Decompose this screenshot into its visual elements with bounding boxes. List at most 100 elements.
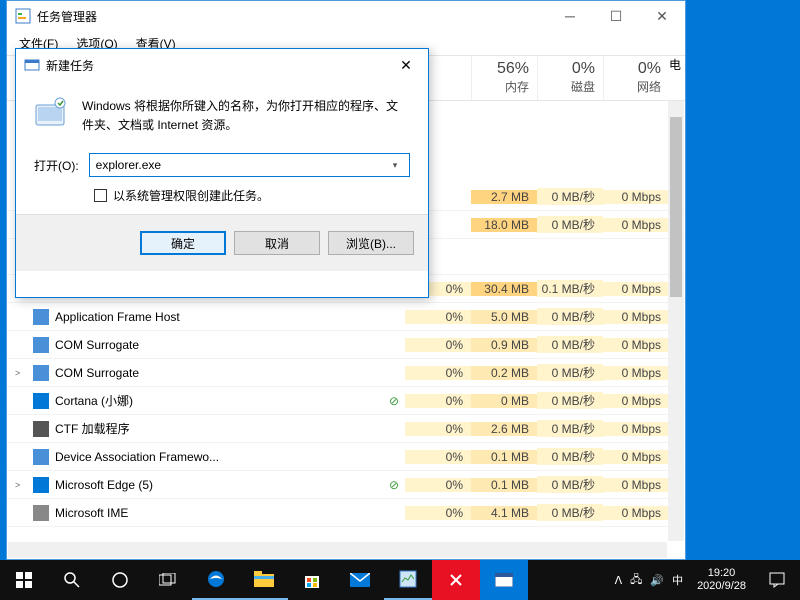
process-icon	[33, 421, 49, 437]
titlebar[interactable]: 任务管理器 ─ ☐ ✕	[7, 1, 685, 31]
cell-cpu: 0%	[405, 310, 471, 324]
admin-checkbox-label[interactable]: 以系统管理权限创建此任务。	[113, 187, 269, 204]
header-disk[interactable]: 0%磁盘	[537, 56, 603, 100]
admin-checkbox[interactable]	[94, 189, 107, 202]
taskbar-explorer[interactable]	[240, 560, 288, 600]
table-row[interactable]: Application Frame Host 0%5.0 MB0 MB/秒0 Mb…	[7, 303, 685, 331]
cell-cpu: 0%	[405, 506, 471, 520]
cell-cpu: 0%	[405, 450, 471, 464]
cell-mem: 18.0 MB	[471, 218, 537, 232]
clock-date: 2020/9/28	[697, 580, 746, 593]
window-title: 任务管理器	[37, 8, 547, 25]
process-name: Microsoft IME	[55, 506, 128, 520]
open-input[interactable]	[96, 158, 387, 172]
leaf-icon: ⊘	[389, 478, 399, 492]
process-name: Microsoft Edge (5)	[55, 478, 153, 492]
process-icon	[33, 365, 49, 381]
clock-time: 19:20	[697, 567, 746, 580]
minimize-button[interactable]: ─	[547, 1, 593, 31]
process-icon	[33, 477, 49, 493]
cell-disk: 0 MB/秒	[537, 308, 603, 325]
table-row[interactable]: COM Surrogate0%0.9 MB0 MB/秒0 Mbps	[7, 331, 685, 359]
table-row[interactable]: Microsoft IME0%4.1 MB0 MB/秒0 Mbps	[7, 499, 685, 527]
tray-volume-icon[interactable]: 🔊	[650, 574, 664, 587]
cell-cpu: 0%	[405, 394, 471, 408]
expand-icon[interactable]: >	[15, 480, 27, 490]
cell-disk: 0 MB/秒	[537, 448, 603, 465]
cell-disk: 0 MB/秒	[537, 364, 603, 381]
dialog-close-button[interactable]: ✕	[384, 50, 428, 80]
taskbar-active-window[interactable]	[480, 560, 528, 600]
taskbar-mail[interactable]	[336, 560, 384, 600]
cell-disk: 0 MB/秒	[537, 216, 603, 233]
process-name: CTF 加载程序	[55, 420, 130, 437]
process-name: Application Frame Host	[55, 310, 180, 324]
system-tray[interactable]: ᐱ 🖧 🔊 中	[609, 571, 690, 590]
run-icon	[34, 97, 68, 131]
start-button[interactable]	[0, 560, 48, 600]
process-name: COM Surrogate	[55, 338, 139, 352]
taskbar-task-manager[interactable]	[384, 560, 432, 600]
cell-net: 0 Mbps	[603, 218, 669, 232]
cancel-button[interactable]: 取消	[234, 231, 320, 255]
cell-net: 0 Mbps	[603, 190, 669, 204]
open-combobox[interactable]: ▾	[89, 153, 410, 177]
expand-icon[interactable]: >	[15, 368, 27, 378]
cell-disk: 0 MB/秒	[537, 504, 603, 521]
header-network[interactable]: 0%网络	[603, 56, 669, 100]
task-manager-icon	[15, 8, 31, 24]
maximize-button[interactable]: ☐	[593, 1, 639, 31]
taskbar-close-app[interactable]	[432, 560, 480, 600]
taskbar-store[interactable]	[288, 560, 336, 600]
tray-ime-indicator[interactable]: 中	[672, 572, 683, 588]
search-button[interactable]	[48, 560, 96, 600]
cell-mem: 5.0 MB	[471, 310, 537, 324]
cell-disk: 0.1 MB/秒	[537, 280, 603, 297]
tray-network-icon[interactable]: 🖧	[630, 571, 642, 590]
leaf-icon: ⊘	[389, 394, 399, 408]
process-icon	[33, 505, 49, 521]
task-view-button[interactable]	[144, 560, 192, 600]
header-extra: 电	[669, 56, 685, 100]
table-row[interactable]: >Microsoft Edge (5)⊘0%0.1 MB0 MB/秒0 Mbps	[7, 471, 685, 499]
tray-chevron-up-icon[interactable]: ᐱ	[615, 574, 623, 587]
process-name: Device Association Framewo...	[55, 450, 219, 464]
dialog-description: Windows 将根据你所键入的名称，为你打开相应的程序、文件夹、文档或 Int…	[82, 97, 410, 135]
dialog-title: 新建任务	[46, 57, 384, 74]
ok-button[interactable]: 确定	[140, 231, 226, 255]
cell-net: 0 Mbps	[603, 310, 669, 324]
cell-net: 0 Mbps	[603, 394, 669, 408]
process-icon	[33, 449, 49, 465]
cell-mem: 2.6 MB	[471, 422, 537, 436]
header-memory[interactable]: 56%内存	[471, 56, 537, 100]
cell-disk: 0 MB/秒	[537, 420, 603, 437]
table-row[interactable]: Device Association Framewo...0%0.1 MB0 M…	[7, 443, 685, 471]
taskbar-clock[interactable]: 19:20 2020/9/28	[689, 567, 754, 593]
process-icon	[33, 393, 49, 409]
cell-disk: 0 MB/秒	[537, 392, 603, 409]
taskbar: ᐱ 🖧 🔊 中 19:20 2020/9/28	[0, 560, 800, 600]
table-row[interactable]: CTF 加载程序0%2.6 MB0 MB/秒0 Mbps	[7, 415, 685, 443]
notification-center-button[interactable]	[754, 571, 800, 589]
cell-disk: 0 MB/秒	[537, 476, 603, 493]
browse-button[interactable]: 浏览(B)...	[328, 231, 414, 255]
process-name: Cortana (小娜)	[55, 392, 133, 409]
open-label: 打开(O):	[34, 157, 79, 174]
scrollbar-horizontal[interactable]	[8, 542, 667, 558]
cell-mem: 2.7 MB	[471, 190, 537, 204]
cell-net: 0 Mbps	[603, 338, 669, 352]
scrollbar-vertical[interactable]	[668, 101, 684, 541]
cell-mem: 30.4 MB	[471, 282, 537, 296]
cell-net: 0 Mbps	[603, 422, 669, 436]
scroll-thumb[interactable]	[670, 117, 682, 297]
run-dialog-icon	[24, 57, 40, 73]
chevron-down-icon[interactable]: ▾	[387, 160, 403, 171]
dialog-titlebar[interactable]: 新建任务 ✕	[16, 49, 428, 81]
cortana-button[interactable]	[96, 560, 144, 600]
table-row[interactable]: >COM Surrogate0%0.2 MB0 MB/秒0 Mbps	[7, 359, 685, 387]
close-button[interactable]: ✕	[639, 1, 685, 31]
taskbar-edge[interactable]	[192, 560, 240, 600]
cell-mem: 0.1 MB	[471, 478, 537, 492]
table-row[interactable]: Cortana (小娜)⊘0%0 MB0 MB/秒0 Mbps	[7, 387, 685, 415]
cell-net: 0 Mbps	[603, 366, 669, 380]
